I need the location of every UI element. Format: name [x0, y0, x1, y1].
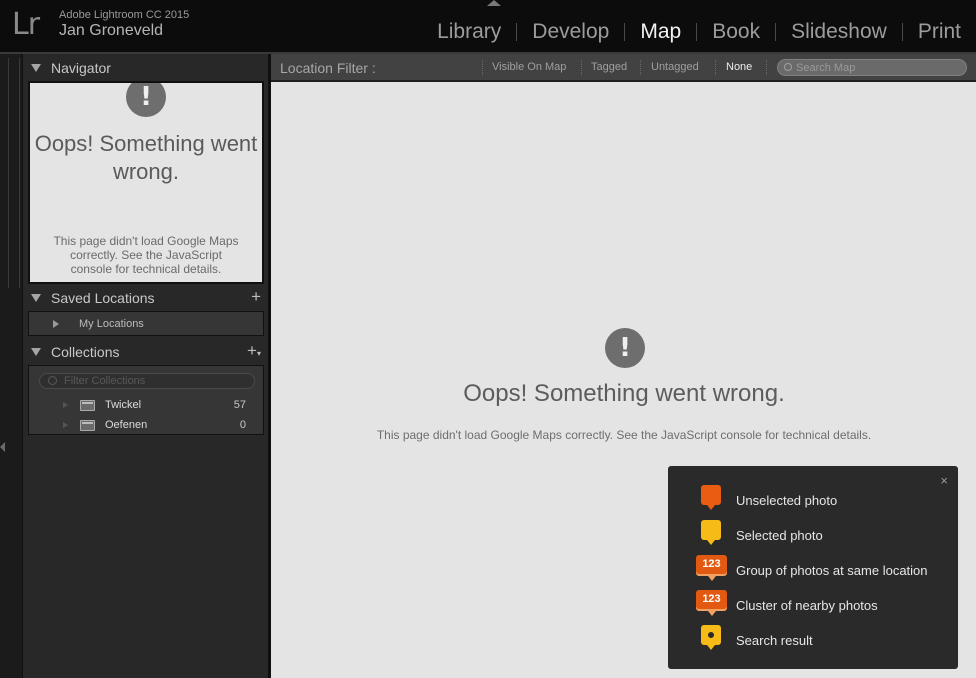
add-saved-location-icon[interactable]: + [251, 288, 261, 306]
filter-separator [482, 60, 483, 75]
module-develop[interactable]: Develop [517, 19, 624, 45]
filter-collections-placeholder: Filter Collections [64, 375, 146, 387]
filter-separator [715, 60, 716, 75]
filter-collections-input[interactable]: Filter Collections [39, 373, 255, 389]
map-legend: × Unselected photo Selected photo 123 Gr… [668, 466, 958, 669]
legend-label: Search result [736, 632, 813, 648]
top-bar: Lr Adobe Lightroom CC 2015 Jan Groneveld… [0, 0, 976, 52]
legend-label: Group of photos at same location [736, 562, 928, 578]
cluster-badge-icon: 123 [696, 590, 727, 616]
app-name: Adobe Lightroom CC 2015 [59, 9, 190, 21]
navigator-preview[interactable]: ! Oops! Something went wrong. This page … [28, 81, 264, 284]
collections-title: Collections [51, 344, 120, 360]
navigator-error-title: Oops! Something went wrong. [34, 131, 258, 184]
module-slideshow[interactable]: Slideshow [776, 19, 902, 45]
module-map[interactable]: Map [625, 19, 696, 45]
navigator-error-text: This page didn't load Google Maps correc… [53, 234, 239, 276]
collection-icon [80, 419, 95, 431]
left-edge-strip [0, 54, 22, 678]
filter-none[interactable]: None [726, 61, 752, 73]
map-error-text: This page didn't load Google Maps correc… [376, 428, 872, 442]
group-badge-icon: 123 [696, 555, 727, 581]
location-filter-label: Location Filter : [280, 60, 376, 76]
selected-pin-icon [701, 520, 721, 545]
module-print[interactable]: Print [903, 19, 976, 45]
panel-toggle-arrow-icon[interactable] [487, 0, 501, 6]
filter-separator [766, 60, 767, 75]
filter-visible-on-map[interactable]: Visible On Map [492, 61, 566, 73]
collections-list: Filter Collections Twickel 57 Oefenen 0 [28, 365, 264, 435]
module-book[interactable]: Book [697, 19, 775, 45]
add-collection-icon[interactable]: +▾ [247, 342, 261, 363]
navigator-title: Navigator [51, 60, 111, 76]
collection-count: 57 [233, 399, 246, 411]
legend-label: Unselected photo [736, 492, 838, 508]
edge-stripe [8, 58, 20, 288]
collections-header[interactable]: Collections +▾ [23, 339, 269, 365]
left-panel: Navigator ! Oops! Something went wrong. … [22, 54, 268, 678]
legend-label: Cluster of nearby photos [736, 597, 878, 613]
error-icon: ! [605, 328, 645, 368]
left-panel-toggle-icon[interactable] [0, 442, 5, 452]
unselected-pin-icon [701, 485, 721, 510]
collection-item-oefenen[interactable]: Oefenen 0 [29, 415, 263, 435]
saved-locations-header[interactable]: Saved Locations + [23, 285, 269, 311]
search-icon [48, 376, 57, 385]
search-result-pin-icon [701, 625, 721, 650]
plus-icon: + [247, 341, 257, 360]
module-picker: Library Develop Map Book Slideshow Print [422, 19, 976, 45]
close-icon[interactable]: × [940, 473, 948, 488]
user-name: Jan Groneveld [59, 22, 164, 39]
filter-untagged[interactable]: Untagged [651, 61, 699, 73]
navigator-header[interactable]: Navigator [23, 55, 269, 81]
collapse-triangle-icon [31, 294, 41, 302]
saved-locations-list: My Locations [28, 311, 264, 336]
pin-dot [708, 632, 714, 638]
lightroom-logo: Lr [12, 7, 40, 42]
expand-triangle-icon[interactable] [63, 402, 68, 408]
my-locations-folder[interactable]: My Locations [79, 318, 144, 330]
filter-tagged[interactable]: Tagged [591, 61, 627, 73]
filter-separator [640, 60, 641, 75]
search-icon [784, 63, 792, 71]
collection-name: Twickel [105, 399, 142, 411]
collection-count: 0 [239, 419, 246, 431]
collapse-triangle-icon [31, 64, 41, 72]
module-library[interactable]: Library [422, 19, 516, 45]
legend-label: Selected photo [736, 527, 823, 543]
expand-triangle-icon[interactable] [53, 319, 59, 328]
collection-name: Oefenen [105, 419, 148, 431]
dropdown-caret-icon: ▾ [256, 349, 261, 358]
collection-item-twickel[interactable]: Twickel 57 [29, 395, 263, 415]
smart-collection-icon [80, 399, 95, 411]
expand-triangle-icon[interactable] [63, 422, 68, 428]
location-filter-bar: Location Filter : Visible On Map Tagged … [271, 54, 976, 81]
map-error-title: Oops! Something went wrong. [463, 380, 785, 407]
error-icon: ! [126, 83, 166, 117]
filter-separator [581, 60, 582, 75]
search-map-input[interactable] [796, 60, 964, 75]
search-map-field[interactable] [777, 59, 967, 76]
collapse-triangle-icon [31, 348, 41, 356]
saved-locations-title: Saved Locations [51, 290, 155, 306]
